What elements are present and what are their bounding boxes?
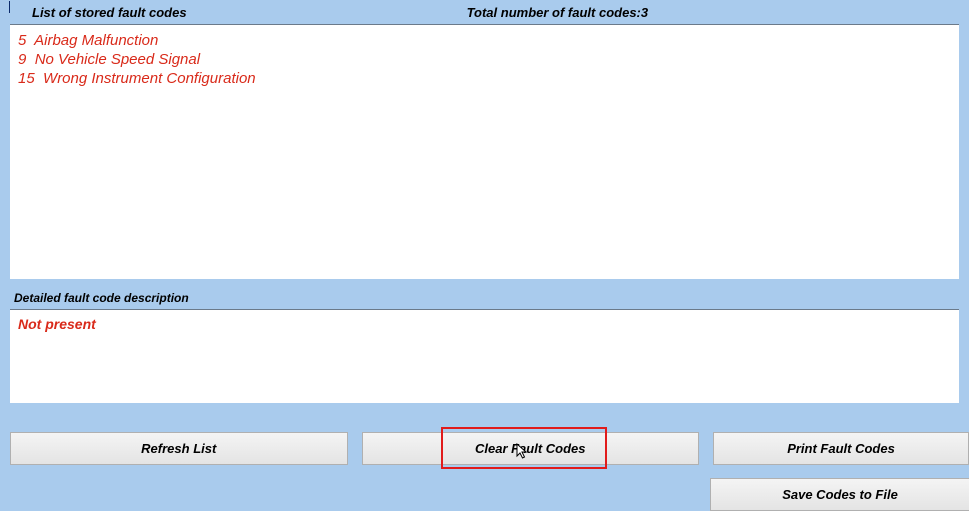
fault-row[interactable]: 5 Airbag Malfunction (18, 31, 951, 50)
clear-fault-codes-button[interactable]: Clear Fault Codes (362, 432, 700, 465)
button-row: Refresh List Clear Fault Codes Print Fau… (10, 432, 969, 465)
fault-codes-list[interactable]: 5 Airbag Malfunction 9 No Vehicle Speed … (10, 24, 959, 279)
clear-button-wrap: Clear Fault Codes (362, 432, 700, 465)
refresh-list-button[interactable]: Refresh List (10, 432, 348, 465)
save-codes-to-file-button[interactable]: Save Codes to File (710, 478, 969, 511)
description-text: Not present (18, 316, 951, 332)
description-panel[interactable]: Not present (10, 309, 959, 403)
list-header-label: List of stored fault codes (32, 5, 187, 20)
fault-row[interactable]: 15 Wrong Instrument Configuration (18, 69, 951, 88)
print-fault-codes-button[interactable]: Print Fault Codes (713, 432, 969, 465)
caret-marker (9, 1, 10, 13)
total-count-label: Total number of fault codes:3 (467, 5, 649, 20)
fault-row[interactable]: 9 No Vehicle Speed Signal (18, 50, 951, 69)
description-section-label: Detailed fault code description (14, 291, 959, 305)
list-header: List of stored fault codes Total number … (0, 0, 969, 24)
